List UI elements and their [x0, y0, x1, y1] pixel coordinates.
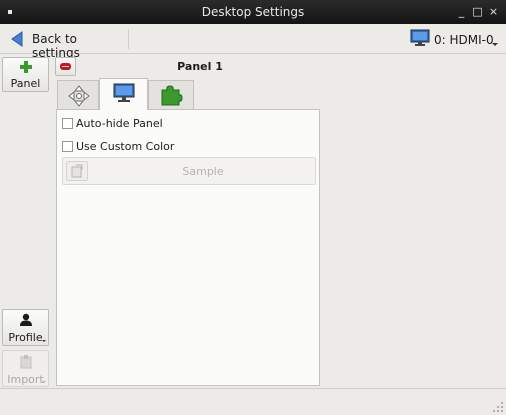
tab-layout[interactable]	[57, 80, 99, 109]
import-label: Import	[7, 373, 44, 386]
auto-hide-checkbox[interactable]	[62, 118, 73, 129]
toolbar: Back to settings 0: HDMI-0	[0, 24, 506, 60]
chevron-down-icon	[492, 43, 498, 46]
remove-panel-button[interactable]	[55, 57, 76, 76]
close-button[interactable]: ×	[487, 6, 500, 19]
panel-title: Panel 1	[177, 60, 223, 73]
custom-color-label: Use Custom Color	[76, 140, 175, 153]
monitor-label: 0: HDMI-0	[434, 33, 494, 47]
back-arrow-icon	[11, 31, 23, 47]
minus-icon	[60, 63, 71, 70]
chevron-down-icon	[42, 381, 46, 383]
add-panel-label: Panel	[10, 77, 41, 90]
minimize-button[interactable]: _	[455, 6, 468, 19]
add-panel-button[interactable]: Panel	[2, 57, 49, 92]
color-picker-button[interactable]	[66, 161, 88, 181]
color-picker-icon	[71, 164, 83, 178]
window-title: Desktop Settings	[201, 5, 305, 19]
person-icon	[20, 313, 32, 326]
tab-plugins[interactable]	[148, 80, 194, 109]
monitor-selector[interactable]: 0: HDMI-0	[406, 27, 498, 51]
auto-hide-label: Auto-hide Panel	[76, 117, 163, 130]
color-sample-button[interactable]: Sample	[62, 157, 316, 185]
maximize-button[interactable]: □	[471, 6, 484, 19]
profile-label: Profile	[8, 331, 43, 344]
import-button[interactable]: Import	[2, 350, 49, 387]
status-bar-separator	[0, 388, 506, 389]
puzzle-piece-icon	[161, 85, 183, 106]
import-icon	[20, 355, 32, 369]
resize-grip-icon[interactable]	[493, 402, 503, 412]
profile-button[interactable]: Profile	[2, 309, 49, 346]
monitor-icon	[410, 29, 430, 46]
move-arrows-icon	[68, 85, 90, 107]
custom-color-checkbox[interactable]	[62, 141, 73, 152]
color-sample-label: Sample	[182, 165, 224, 178]
back-to-settings-label: Back to settings	[32, 32, 80, 60]
title-bar: Desktop Settings _ □ ×	[0, 0, 506, 24]
toolbar-separator	[128, 29, 129, 49]
plus-icon	[20, 61, 32, 73]
tab-appearance[interactable]	[99, 78, 148, 110]
back-to-settings-button[interactable]: Back to settings	[6, 27, 124, 60]
chevron-down-icon	[42, 340, 46, 342]
appearance-panel: Auto-hide Panel Use Custom Color Sample	[56, 109, 320, 386]
monitor-icon	[113, 83, 135, 102]
